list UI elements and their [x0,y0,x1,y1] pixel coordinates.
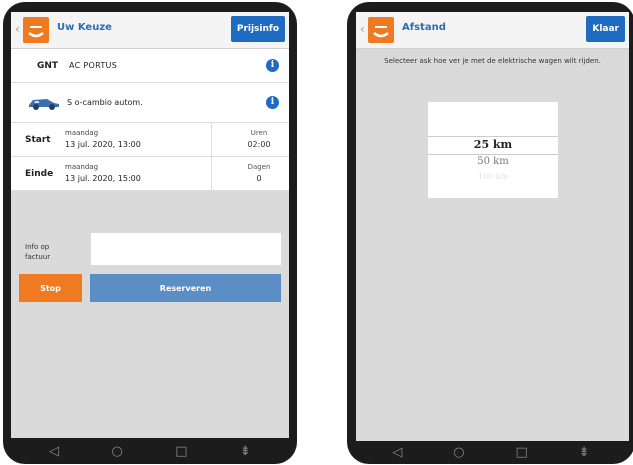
car-info-icon[interactable]: i [266,96,279,109]
invoice-info-input[interactable] [91,233,281,265]
station-row: GNT AC PORTUS i [11,49,289,83]
screen-uw-keuze: ‹ Uw Keuze Prijsinfo GNT AC PORTUS i S o… [11,12,289,438]
hours-label: Uren [250,129,268,137]
car-icon [27,95,61,115]
page-title: Afstand [402,22,446,33]
days-label: Dagen [247,163,271,171]
picker-option[interactable]: 50 km [428,156,558,167]
booking-panel: GNT AC PORTUS i S o-cambio autom. i Star [11,49,289,191]
prijsinfo-button[interactable]: Prijsinfo [230,16,285,42]
end-date: 13 jul. 2020, 15:00 [65,174,141,183]
days-value: 0 [256,174,262,183]
end-row[interactable]: Einde maandag 13 jul. 2020, 15:00 Dagen … [11,157,289,191]
nav-home-icon[interactable]: ○ [453,445,464,460]
end-day: maandag [65,163,99,171]
back-chevron-icon[interactable]: ‹ [15,22,20,36]
android-navbar: ◁ ○ □ ⇟ [347,441,633,464]
end-label: Einde [25,169,54,179]
nav-recent-icon[interactable]: □ [515,445,527,460]
picker-line-top [428,136,558,137]
picker-option-faded[interactable]: 100 km [428,172,558,181]
page-title: Uw Keuze [57,22,112,33]
phone-right: ‹ Afstand Klaar Selecteer ask hoe ver je… [347,2,633,464]
picker-selected[interactable]: 25 km [428,138,558,151]
start-day: maandag [65,129,99,137]
start-label: Start [25,135,51,145]
nav-menu-icon[interactable]: ⇟ [240,444,251,459]
station-info-icon[interactable]: i [266,59,279,72]
back-chevron-icon[interactable]: ‹ [360,22,365,36]
hours-value: 02:00 [247,140,271,149]
station-name: AC PORTUS [69,61,118,70]
cambio-logo-icon [23,17,49,43]
android-navbar: ◁ ○ □ ⇟ [3,438,297,464]
picker-line-bottom [428,154,558,155]
topbar: ‹ Uw Keuze Prijsinfo [11,12,289,49]
start-date: 13 jul. 2020, 13:00 [65,140,141,149]
car-row: S o-cambio autom. i [11,83,289,123]
screen-afstand: ‹ Afstand Klaar Selecteer ask hoe ver je… [356,12,629,441]
divider [211,157,212,190]
car-model: S o-cambio autom. [67,98,143,107]
klaar-button[interactable]: Klaar [586,16,625,42]
stop-button[interactable]: Stop [19,274,82,302]
distance-picker[interactable]: 25 km 50 km 100 km [428,102,558,198]
nav-home-icon[interactable]: ○ [112,444,123,459]
invoice-info-label: Info op factuur [25,243,51,261]
cambio-logo-icon [368,17,394,43]
topbar: ‹ Afstand Klaar [356,12,629,49]
nav-recent-icon[interactable]: □ [175,444,187,459]
nav-back-icon[interactable]: ◁ [49,444,59,459]
nav-back-icon[interactable]: ◁ [392,445,402,460]
reserve-button[interactable]: Reserveren [90,274,281,302]
station-code: GNT [37,61,59,71]
distance-instruction: Selecteer ask hoe ver je met de elektris… [384,57,601,65]
divider [211,123,212,156]
start-row[interactable]: Start maandag 13 jul. 2020, 13:00 Uren 0… [11,123,289,157]
nav-menu-icon[interactable]: ⇟ [579,445,590,460]
phone-left: ‹ Uw Keuze Prijsinfo GNT AC PORTUS i S o… [3,2,297,464]
